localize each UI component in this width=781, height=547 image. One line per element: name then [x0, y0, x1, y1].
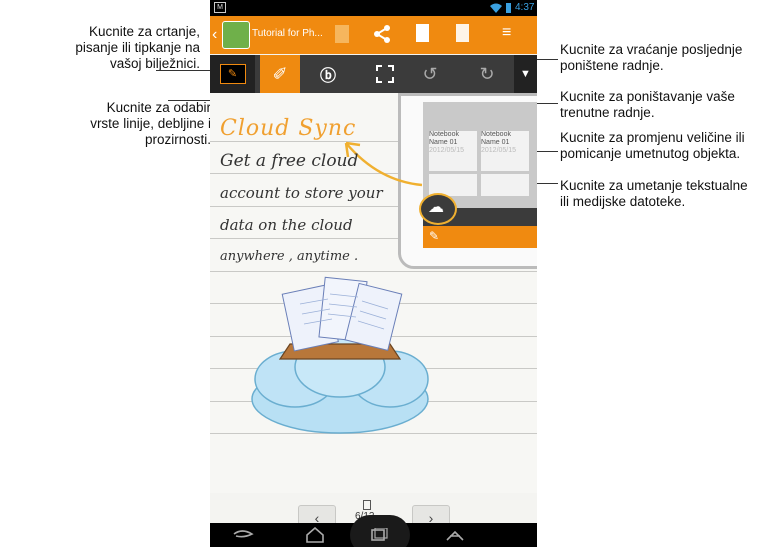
recent-apps-icon[interactable] — [370, 528, 388, 542]
note-line: Get a free cloud — [220, 151, 359, 171]
back-nav-icon[interactable] — [232, 528, 254, 542]
notebook-page[interactable]: Notebook Name 01 2012/05/15 Notebook Nam… — [210, 93, 537, 493]
inset-tile-date: 2012/05/15 — [429, 147, 465, 154]
cloud-illustration — [251, 276, 429, 434]
insert-button[interactable]: ⓑ — [308, 55, 348, 93]
resize-button[interactable] — [365, 55, 405, 93]
page-icon[interactable] — [335, 25, 349, 43]
callout-undo: Kucnite za poništavanje vaše trenutne ra… — [560, 89, 735, 120]
overflow-icon: ▼ — [520, 68, 531, 80]
callout-line-type: Kucnite za odabir vrste linije, debljine… — [90, 100, 211, 147]
action-bar: ‹ Tutorial for Ph... ≡ — [210, 16, 537, 54]
callout-resize-move: Kucnite za promjenu veličine ili pomican… — [560, 130, 745, 161]
inset-edit-icon: ✎ — [429, 229, 440, 243]
tool-bar: ✎ ✐ ⓑ ↺ ↻ ▼ — [210, 55, 537, 93]
inset-tile — [481, 174, 529, 196]
redo-button[interactable]: ↻ — [467, 55, 507, 93]
notification-icon: M — [214, 2, 226, 13]
pen-button[interactable]: ✐ — [260, 55, 300, 93]
app-logo[interactable] — [222, 21, 250, 49]
wifi-icon — [490, 3, 502, 13]
note-line: anywhere , anytime . — [220, 249, 359, 264]
share-icon[interactable] — [373, 25, 391, 43]
back-chevron-icon[interactable]: ‹ — [212, 26, 217, 44]
inset-tile: Notebook Name 01 2012/05/15 — [429, 131, 477, 171]
inset-tile: Notebook Name 01 2012/05/15 — [481, 131, 529, 171]
cloud-sync-highlight: ☁ — [419, 193, 457, 225]
cloud-sync-icon: ☁ — [428, 199, 444, 216]
status-bar: M 4:37 — [210, 0, 537, 16]
keyboard-hide-icon[interactable] — [445, 529, 465, 541]
callout-draw-write: Kucnite za crtanje, pisanje ili tipkanje… — [75, 24, 200, 71]
undo-icon: ↺ — [422, 63, 438, 84]
phone-screen: M 4:37 ‹ Tutorial for Ph... ≡ ✎ ✐ ⓑ ↺ ↻ — [210, 0, 537, 547]
leader-draw-write — [156, 70, 216, 71]
note-heading: Cloud Sync — [220, 116, 357, 141]
callout-redo: Kucnite za vraćanje posljednje poništene… — [560, 42, 743, 73]
inset-tile-name: Notebook Name 01 — [481, 131, 511, 146]
inset-tile-name: Notebook Name 01 — [429, 131, 459, 146]
resize-icon — [376, 65, 394, 83]
delete-page-icon[interactable] — [456, 24, 469, 42]
pen-icon: ✐ — [272, 63, 288, 84]
notebook-title[interactable]: Tutorial for Ph... — [252, 28, 323, 39]
note-line: account to store your — [220, 184, 383, 202]
note-line: data on the cloud — [220, 216, 353, 234]
system-nav-bar — [210, 515, 537, 547]
undo-button[interactable]: ↺ — [410, 55, 450, 93]
overflow-button[interactable]: ▼ — [514, 55, 537, 93]
page-icon-small — [363, 500, 371, 510]
home-nav-icon[interactable] — [305, 527, 325, 543]
inset-tile-date: 2012/05/15 — [481, 147, 517, 154]
status-time: 4:37 — [515, 2, 535, 13]
draw-mode-icon: ✎ — [219, 64, 246, 84]
new-page-icon[interactable] — [416, 24, 429, 42]
draw-mode-button[interactable]: ✎ — [210, 55, 255, 93]
callout-insert: Kucnite za umetanje tekstualne ili medij… — [560, 178, 748, 209]
insert-icon: ⓑ — [319, 68, 336, 85]
battery-icon — [506, 3, 511, 13]
inset-bar-orange — [423, 226, 537, 248]
redo-icon: ↻ — [479, 63, 495, 84]
menu-icon[interactable]: ≡ — [502, 25, 511, 41]
